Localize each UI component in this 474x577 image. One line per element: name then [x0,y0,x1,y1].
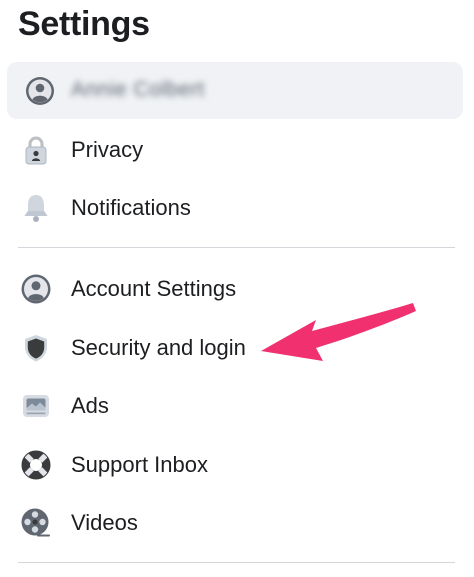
annotation-arrow [261,303,416,361]
